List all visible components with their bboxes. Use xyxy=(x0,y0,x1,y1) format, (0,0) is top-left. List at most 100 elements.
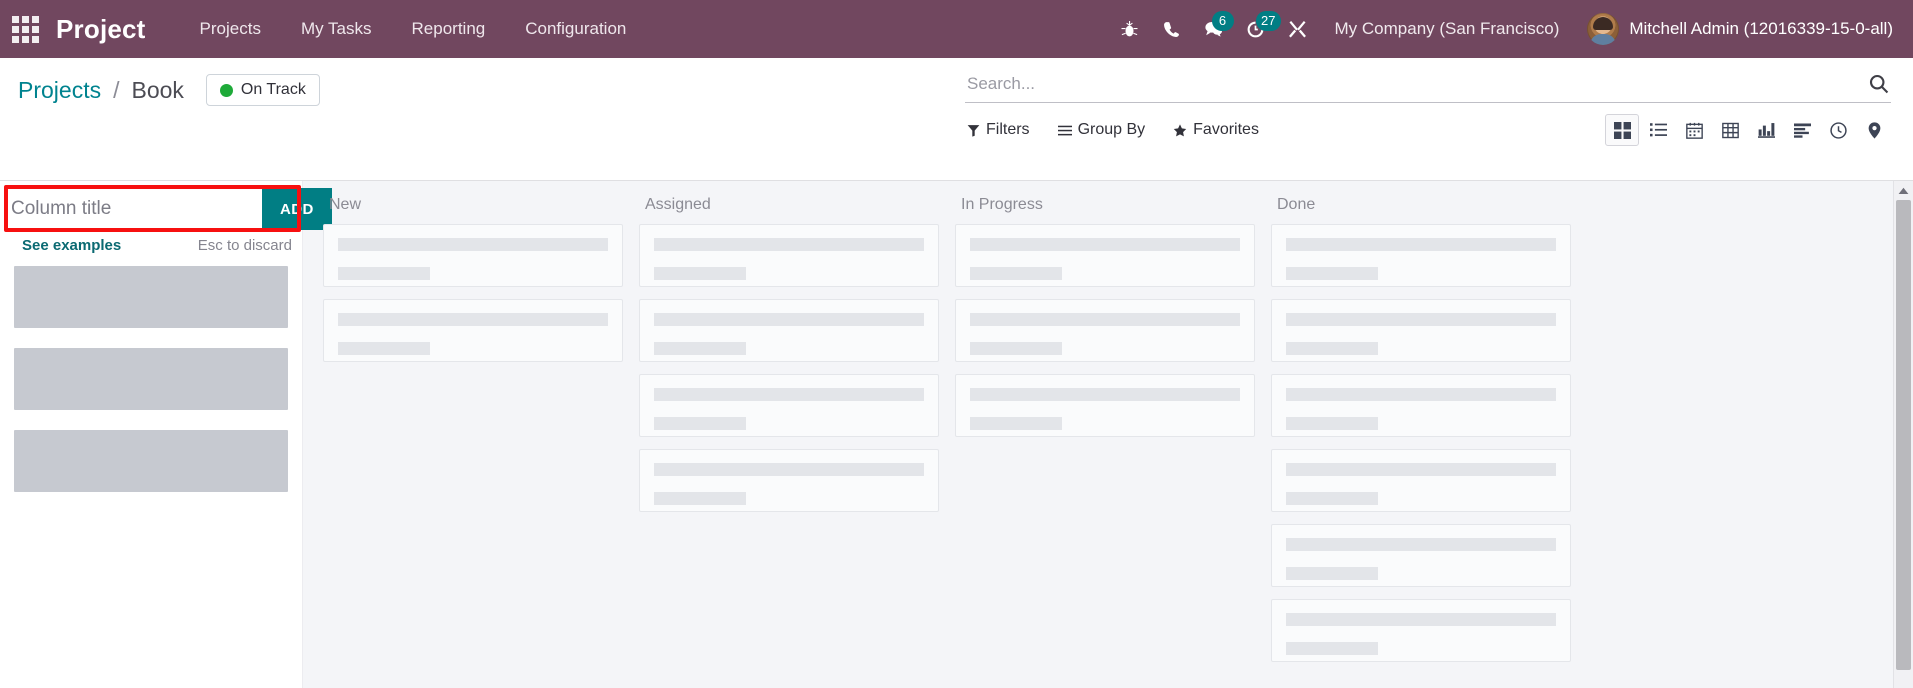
activities-clock-icon[interactable]: 27 xyxy=(1235,9,1281,49)
bug-icon[interactable] xyxy=(1109,9,1151,49)
map-view-button[interactable] xyxy=(1857,114,1891,146)
kanban-ghost-card[interactable] xyxy=(639,374,939,437)
kanban-ghost-card[interactable] xyxy=(1271,299,1571,362)
add-column-panel: ADD See examples Esc to discard xyxy=(0,181,332,688)
status-badge[interactable]: On Track xyxy=(205,74,320,106)
top-navbar: Project Projects My Tasks Reporting Conf… xyxy=(0,0,1913,58)
ghost-bar xyxy=(1286,417,1378,430)
kanban-ghost-card[interactable] xyxy=(955,374,1255,437)
kanban-ghost-card[interactable] xyxy=(1271,449,1571,512)
kanban-column: In Progress xyxy=(955,193,1255,688)
gantt-icon xyxy=(1793,122,1811,138)
scroll-up-arrow-icon[interactable] xyxy=(1894,181,1913,200)
ghost-bar xyxy=(654,417,746,430)
clock-icon xyxy=(1829,121,1847,139)
graph-view-button[interactable] xyxy=(1749,114,1783,146)
bars-icon xyxy=(1057,125,1072,135)
nav-menu-configuration[interactable]: Configuration xyxy=(505,13,646,45)
filters-button[interactable]: Filters xyxy=(967,117,1044,143)
favorites-label: Favorites xyxy=(1193,121,1259,138)
kanban-column-header[interactable]: In Progress xyxy=(955,193,1255,224)
apps-grid-icon[interactable] xyxy=(8,12,42,46)
search-input[interactable] xyxy=(967,74,1861,94)
ghost-bar xyxy=(1286,267,1378,280)
ghost-bar xyxy=(1286,238,1556,251)
kanban-ghost-card[interactable] xyxy=(955,224,1255,287)
kanban-view-button[interactable] xyxy=(1605,114,1639,146)
gantt-view-button[interactable] xyxy=(1785,114,1819,146)
ghost-bar xyxy=(970,267,1062,280)
ghost-bar xyxy=(1286,388,1556,401)
search-area: Filters Group By Favorites xyxy=(965,70,1891,146)
ghost-bar xyxy=(654,342,746,355)
ghost-bar xyxy=(338,238,608,251)
kanban-board: New Assigned In Progress Done xyxy=(303,181,1913,688)
nav-menu-reporting[interactable]: Reporting xyxy=(392,13,506,45)
kanban-ghost-card[interactable] xyxy=(323,299,623,362)
group-by-button[interactable]: Group By xyxy=(1044,117,1160,143)
funnel-icon xyxy=(967,124,980,137)
star-icon xyxy=(1173,123,1187,136)
ghost-bar xyxy=(970,342,1062,355)
navbar-right-tools: 6 27 My Company (San Francisco) Mitchell… xyxy=(1109,9,1897,49)
user-name-label: Mitchell Admin (12016339-15-0-all) xyxy=(1629,19,1893,38)
activity-view-button[interactable] xyxy=(1821,114,1855,146)
ghost-bar xyxy=(338,267,430,280)
pivot-view-button[interactable] xyxy=(1713,114,1747,146)
kanban-ghost-card[interactable] xyxy=(1271,224,1571,287)
phone-icon[interactable] xyxy=(1151,9,1193,49)
ghost-placeholder xyxy=(14,348,288,410)
kanban-ghost-card[interactable] xyxy=(1271,599,1571,662)
kanban-ghost-card[interactable] xyxy=(639,299,939,362)
scrollbar-thumb[interactable] xyxy=(1896,200,1911,670)
kanban-column: Done xyxy=(1271,193,1571,688)
ghost-bar xyxy=(1286,313,1556,326)
nav-menu-projects[interactable]: Projects xyxy=(180,13,281,45)
ghost-bar xyxy=(1286,538,1556,551)
group-by-label: Group By xyxy=(1077,121,1146,138)
search-icon[interactable] xyxy=(1861,74,1889,94)
ghost-bar xyxy=(654,267,746,280)
ghost-bar xyxy=(970,313,1240,326)
ghost-placeholder xyxy=(14,430,288,492)
kanban-ghost-card[interactable] xyxy=(1271,374,1571,437)
user-menu[interactable]: Mitchell Admin (12016339-15-0-all) xyxy=(1575,9,1897,49)
kanban-ghost-card[interactable] xyxy=(1271,524,1571,587)
kanban-ghost-card[interactable] xyxy=(955,299,1255,362)
kanban-ghost-card[interactable] xyxy=(323,224,623,287)
kanban-ghost-card[interactable] xyxy=(639,449,939,512)
favorites-button[interactable]: Favorites xyxy=(1159,117,1273,143)
ghost-bar xyxy=(654,313,924,326)
list-view-button[interactable] xyxy=(1641,114,1675,146)
list-icon xyxy=(1649,123,1667,137)
ghost-placeholder-stack xyxy=(14,266,288,492)
ghost-bar xyxy=(654,463,924,476)
map-pin-icon xyxy=(1868,121,1880,139)
breadcrumb-current-book: Book xyxy=(131,76,184,103)
kanban-column-header[interactable]: Done xyxy=(1271,193,1571,224)
column-hint-row: See examples Esc to discard xyxy=(22,237,292,254)
vertical-scrollbar[interactable] xyxy=(1893,181,1913,688)
tools-icon[interactable] xyxy=(1277,9,1319,49)
kanban-column-header[interactable]: New xyxy=(323,193,623,224)
filters-label: Filters xyxy=(986,121,1030,138)
column-title-input[interactable] xyxy=(9,188,262,230)
nav-menu-my-tasks[interactable]: My Tasks xyxy=(281,13,392,45)
kanban-column: New xyxy=(323,193,623,688)
ghost-bar xyxy=(970,238,1240,251)
ghost-bar xyxy=(1286,463,1556,476)
breadcrumb-projects[interactable]: Projects xyxy=(18,77,101,104)
kanban-column: Assigned xyxy=(639,193,939,688)
see-examples-link[interactable]: See examples xyxy=(22,237,121,254)
search-box[interactable] xyxy=(965,70,1891,103)
app-brand-project[interactable]: Project xyxy=(56,14,146,45)
kanban-column-header[interactable]: Assigned xyxy=(639,193,939,224)
kanban-icon xyxy=(1613,121,1631,139)
messages-icon[interactable]: 6 xyxy=(1193,9,1235,49)
kanban-ghost-card[interactable] xyxy=(639,224,939,287)
filters-row: Filters Group By Favorites xyxy=(965,114,1891,146)
company-selector[interactable]: My Company (San Francisco) xyxy=(1319,13,1576,45)
column-title-row: ADD xyxy=(9,188,332,230)
calendar-view-button[interactable] xyxy=(1677,114,1711,146)
ghost-bar xyxy=(970,417,1062,430)
